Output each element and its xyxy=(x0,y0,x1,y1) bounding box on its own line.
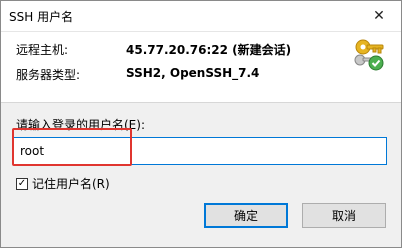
checkmark-icon: ✓ xyxy=(17,177,27,189)
ok-button[interactable]: 确定 xyxy=(204,203,288,228)
remember-username-row[interactable]: ✓ 记住用户名(R) xyxy=(16,175,110,192)
server-type-label: 服务器类型: xyxy=(16,68,81,82)
remote-host-value: 45.77.20.76:22 (新建会话) xyxy=(126,43,292,57)
connection-info: 远程主机: 45.77.20.76:22 (新建会话) 服务器类型: SSH2,… xyxy=(1,32,401,102)
username-input[interactable] xyxy=(13,137,387,165)
remember-username-checkbox[interactable]: ✓ xyxy=(16,177,28,190)
remote-host-label: 远程主机: xyxy=(16,43,69,57)
cancel-button[interactable]: 取消 xyxy=(302,203,386,228)
close-icon: ✕ xyxy=(373,8,385,24)
username-prompt: 请输入登录的用户名(E): xyxy=(16,118,145,132)
remember-username-label[interactable]: 记住用户名(R) xyxy=(32,175,110,192)
close-button[interactable]: ✕ xyxy=(357,1,401,31)
server-type-value: SSH2, OpenSSH_7.4 xyxy=(126,66,260,80)
title-bar: SSH 用户名 ✕ xyxy=(1,1,401,32)
ssh-username-dialog: SSH 用户名 ✕ 远程主机: 45.77.20.76:22 (新建会话) 服务… xyxy=(0,0,402,248)
window-title: SSH 用户名 xyxy=(9,10,74,24)
divider xyxy=(1,102,401,103)
keys-icon xyxy=(354,39,384,71)
